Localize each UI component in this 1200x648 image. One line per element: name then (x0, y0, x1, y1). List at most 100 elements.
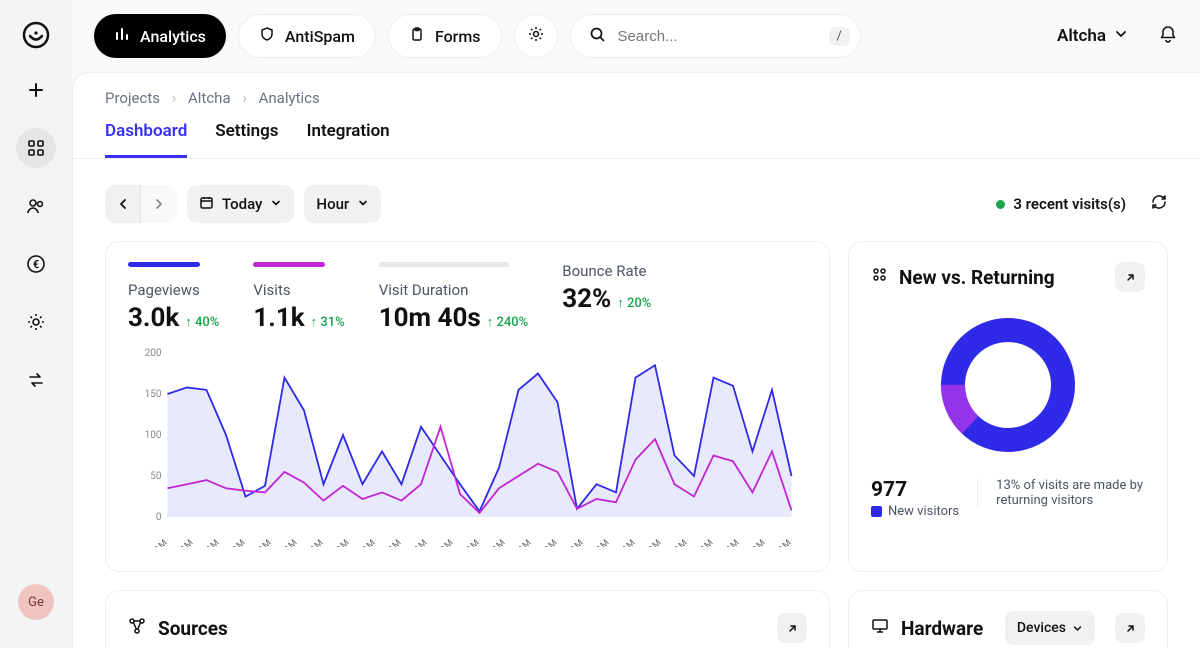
hardware-card: Hardware Devices (848, 590, 1168, 648)
metric-delta: ↑ 20% (617, 295, 651, 311)
svg-text:€: € (33, 258, 39, 271)
crumb-analytics[interactable]: Analytics (259, 89, 320, 107)
metric-value: 3.0k (128, 303, 179, 333)
svg-text:12AM: 12AM (484, 538, 508, 547)
crumb-projects[interactable]: Projects (105, 89, 160, 107)
crumb-altcha[interactable]: Altcha (188, 89, 231, 107)
rail-settings[interactable] (16, 302, 56, 342)
sources-card: Sources (105, 590, 830, 648)
date-range-label: Today (222, 195, 262, 213)
svg-text:12AM: 12AM (172, 538, 196, 547)
svg-text:12AM: 12AM (744, 538, 768, 547)
new-returning-card: New vs. Returning 977 New visitors 13% o… (848, 241, 1168, 572)
metric-duration[interactable]: Visit Duration 10m 40s↑ 240% (379, 262, 529, 333)
devices-label: Devices (1017, 620, 1066, 636)
svg-text:12AM: 12AM (198, 538, 222, 547)
refresh-button[interactable] (1150, 193, 1168, 215)
rail-transfer[interactable] (16, 360, 56, 400)
expand-button[interactable] (777, 613, 807, 643)
rail-users[interactable] (16, 186, 56, 226)
svg-text:12AM: 12AM (224, 538, 248, 547)
shield-icon (259, 26, 275, 46)
network-icon (128, 617, 146, 639)
card-title: New vs. Returning (899, 266, 1055, 289)
settings-button[interactable] (514, 14, 558, 58)
metric-delta: ↑ 31% (311, 314, 345, 330)
rail-billing[interactable]: € (16, 244, 56, 284)
search-input[interactable] (618, 28, 817, 45)
search-box[interactable]: / (570, 14, 861, 58)
metric-label: Visit Duration (379, 281, 529, 299)
svg-text:12AM: 12AM (302, 538, 326, 547)
chart-icon (114, 26, 130, 46)
people-icon (871, 266, 889, 288)
svg-text:0: 0 (156, 512, 162, 523)
metric-bounce[interactable]: Bounce Rate 32% ↑ 20% (562, 262, 651, 333)
nav-forms[interactable]: Forms (388, 14, 502, 58)
live-status: 3 recent visits(s) (996, 195, 1126, 213)
tab-dashboard[interactable]: Dashboard (105, 121, 187, 158)
metric-delta: ↑ 40% (185, 314, 219, 330)
svg-text:12AM: 12AM (718, 538, 742, 547)
metric-visits[interactable]: Visits 1.1k↑ 31% (253, 262, 344, 333)
nav-analytics-label: Analytics (140, 27, 206, 46)
notifications-button[interactable] (1158, 24, 1178, 48)
svg-text:50: 50 (150, 471, 162, 482)
donut-chart (871, 304, 1145, 470)
new-visitors-label: New visitors (888, 504, 959, 519)
svg-text:12AM: 12AM (666, 538, 690, 547)
account-menu[interactable]: Altcha (1057, 26, 1128, 46)
expand-button[interactable] (1115, 262, 1145, 292)
svg-text:12AM: 12AM (510, 538, 534, 547)
nav-analytics[interactable]: Analytics (94, 14, 226, 58)
calendar-icon (199, 195, 214, 214)
tabs: Dashboard Settings Integration (73, 107, 1200, 159)
status-text: 3 recent visits(s) (1013, 195, 1126, 213)
svg-text:12AM: 12AM (276, 538, 300, 547)
nav-antispam-label: AntiSpam (285, 27, 355, 46)
svg-text:12AM: 12AM (562, 538, 586, 547)
svg-text:12AM: 12AM (380, 538, 404, 547)
metric-label: Bounce Rate (562, 262, 651, 280)
date-range-selector[interactable]: Today (187, 185, 294, 223)
side-rail: € Ge (0, 0, 72, 648)
rail-add[interactable] (16, 70, 56, 110)
svg-text:12AM: 12AM (640, 538, 664, 547)
tab-integration[interactable]: Integration (307, 121, 390, 158)
avatar[interactable]: Ge (18, 584, 54, 620)
svg-text:12AM: 12AM (250, 538, 274, 547)
nav-forms-label: Forms (435, 27, 481, 46)
devices-selector[interactable]: Devices (1005, 611, 1095, 645)
card-title: Hardware (901, 617, 983, 640)
svg-text:100: 100 (145, 430, 162, 441)
search-icon (589, 26, 606, 47)
refresh-icon (1150, 196, 1168, 215)
svg-text:12AM: 12AM (770, 538, 794, 547)
toolbar: Today Hour 3 recent visits(s) (73, 159, 1200, 241)
rail-dashboard[interactable] (16, 128, 56, 168)
metric-value: 1.1k (253, 303, 304, 333)
svg-text:150: 150 (145, 389, 162, 400)
expand-button[interactable] (1115, 613, 1145, 643)
status-dot-icon (996, 200, 1005, 209)
metric-pageviews[interactable]: Pageviews 3.0k↑ 40% (128, 262, 219, 333)
svg-text:12AM: 12AM (588, 538, 612, 547)
next-range[interactable] (141, 185, 177, 223)
search-shortcut: / (829, 27, 850, 46)
tab-settings[interactable]: Settings (215, 121, 278, 158)
granularity-selector[interactable]: Hour (304, 185, 381, 223)
new-visitors-count: 977 (871, 478, 959, 502)
prev-range[interactable] (105, 185, 141, 223)
topbar: Analytics AntiSpam Forms / Altcha (72, 0, 1200, 72)
account-name: Altcha (1057, 26, 1106, 46)
chevron-down-icon (357, 195, 369, 213)
svg-text:12AM: 12AM (692, 538, 716, 547)
returning-description: 13% of visits are made by returning visi… (977, 478, 1145, 508)
metric-value: 32% (562, 284, 611, 314)
metric-value: 10m 40s (379, 303, 481, 333)
svg-text:12AM: 12AM (406, 538, 430, 547)
granularity-label: Hour (316, 195, 349, 213)
app-logo (19, 18, 53, 52)
nav-antispam[interactable]: AntiSpam (238, 14, 376, 58)
svg-text:12AM: 12AM (328, 538, 352, 547)
